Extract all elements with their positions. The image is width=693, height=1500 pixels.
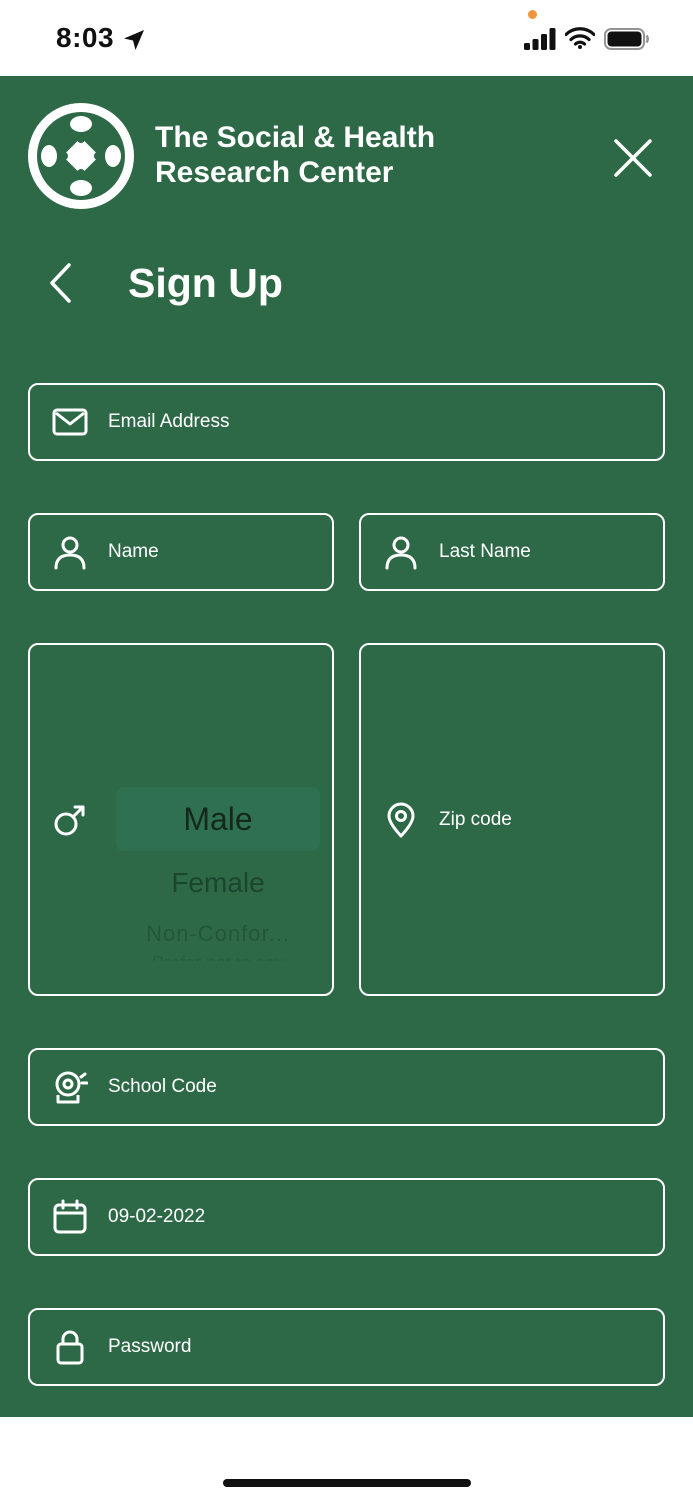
wifi-icon <box>565 27 595 49</box>
gender-picker[interactable]: Male Female Non-Confor... Prefer not to … <box>28 643 334 996</box>
cellular-signal-icon <box>524 28 556 50</box>
password-field[interactable]: Password <box>28 1308 665 1386</box>
brand-line-2: Research Center <box>155 156 394 189</box>
envelope-icon <box>52 408 88 436</box>
gender-option-prefer-not[interactable]: Prefer not to say <box>110 953 326 961</box>
lock-icon <box>56 1330 84 1365</box>
school-code-placeholder: School Code <box>108 1076 217 1097</box>
school-code-field[interactable]: School Code <box>28 1048 665 1126</box>
zip-code-placeholder: Zip code <box>439 808 512 830</box>
page-title: Sign Up <box>128 260 283 306</box>
gender-option-non-conforming[interactable]: Non-Confor... <box>110 921 326 947</box>
last-name-field[interactable]: Last Name <box>359 513 665 591</box>
home-indicator[interactable] <box>223 1479 471 1487</box>
male-symbol-icon <box>54 805 85 835</box>
person-icon <box>54 536 86 570</box>
calendar-icon <box>53 1199 87 1234</box>
signup-screen: The Social & Health Research Center Sign… <box>0 76 693 1417</box>
logo-emblem-icon <box>37 112 125 200</box>
email-placeholder: Email Address <box>108 411 230 432</box>
last-name-placeholder: Last Name <box>439 541 531 562</box>
privacy-indicator-dot <box>528 10 537 19</box>
password-placeholder: Password <box>108 1336 192 1357</box>
brand-name: The Social & Health Research Center <box>155 120 435 190</box>
gender-option-female[interactable]: Female <box>110 867 326 899</box>
birth-date-field[interactable]: 09-02-2022 <box>28 1178 665 1256</box>
first-name-field[interactable]: Name <box>28 513 334 591</box>
person-icon <box>385 536 417 570</box>
email-field[interactable]: Email Address <box>28 383 665 461</box>
location-pin-icon <box>387 802 415 837</box>
status-bar: 8:03 <box>0 0 693 76</box>
first-name-placeholder: Name <box>108 541 159 562</box>
back-button[interactable] <box>36 258 86 308</box>
gender-option-male[interactable]: Male <box>110 801 326 838</box>
zip-code-field[interactable]: Zip code <box>359 643 665 996</box>
school-bell-icon <box>55 1071 88 1104</box>
status-time: 8:03 <box>56 22 115 53</box>
location-arrow-icon <box>124 30 144 50</box>
home-indicator-area <box>0 1417 693 1500</box>
close-button[interactable] <box>606 131 660 185</box>
birth-date-value: 09-02-2022 <box>108 1206 206 1227</box>
brand-line-1: The Social & Health <box>155 121 436 154</box>
brand-logo <box>28 103 134 209</box>
battery-icon <box>604 28 649 50</box>
